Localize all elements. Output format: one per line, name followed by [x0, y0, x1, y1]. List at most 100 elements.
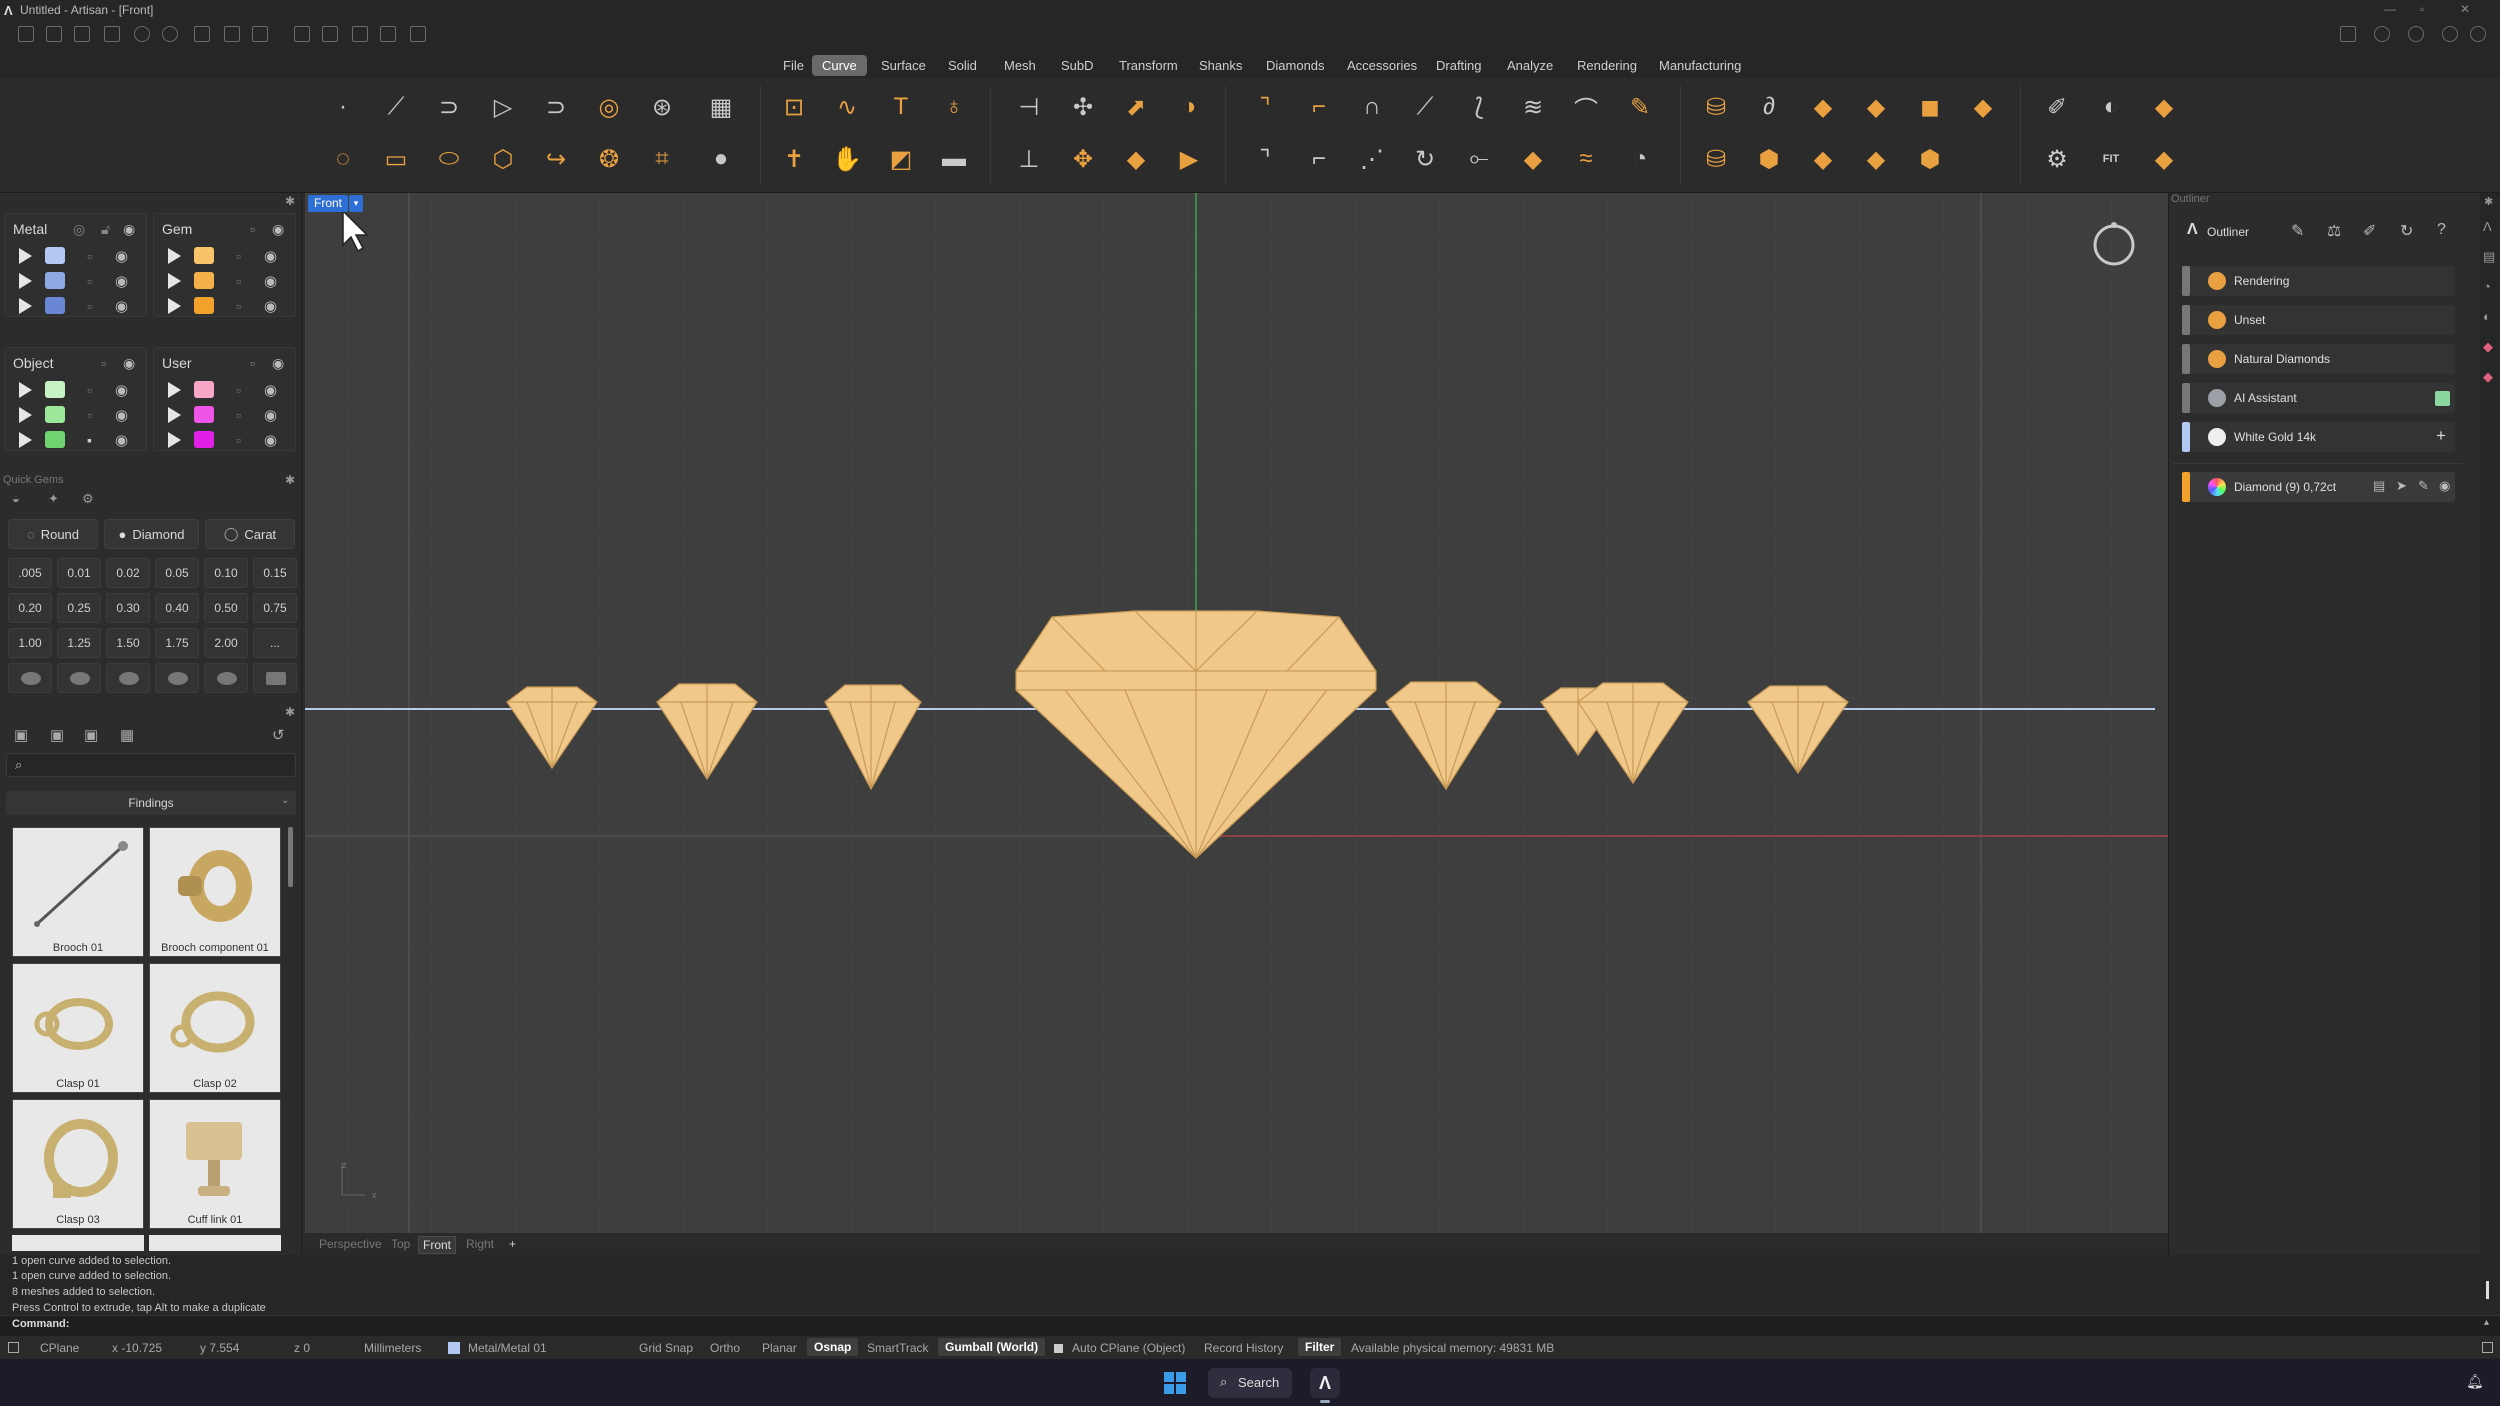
sweep-icon[interactable]: ◆ [1964, 88, 2002, 126]
gem-flip-icon[interactable]: ◆ [1857, 140, 1895, 178]
chevron-down-icon[interactable]: ▾ [349, 195, 363, 212]
gem-cut-pear-icon[interactable] [155, 663, 199, 693]
layer-color-swatch[interactable] [194, 406, 214, 423]
fillet-icon[interactable]: ⌝ [1246, 88, 1284, 126]
account-icon[interactable] [2470, 26, 2486, 42]
fit-icon[interactable]: FIT [2092, 140, 2130, 178]
carat-button[interactable]: 0.05 [155, 558, 199, 588]
panel-toggle-icon[interactable] [2482, 1342, 2493, 1353]
notification-icon[interactable]: 🔔︎ [2466, 1373, 2484, 1390]
add-folder-icon[interactable]: ▣ [50, 726, 64, 744]
open-icon[interactable] [74, 26, 90, 42]
eye-icon[interactable]: ◉ [2439, 478, 2450, 494]
smarttrack-toggle[interactable]: SmartTrack [867, 1341, 929, 1355]
lock-icon[interactable]: 🔓︎ [101, 221, 110, 238]
cut-icon[interactable] [294, 26, 310, 42]
delete-icon[interactable] [380, 26, 396, 42]
artisan-app-icon[interactable]: Λ [1310, 1368, 1340, 1398]
gem-settings-icon[interactable]: ⚙ [82, 491, 94, 507]
eye-icon[interactable]: ◉ [264, 272, 277, 290]
info-icon[interactable] [2374, 26, 2390, 42]
image-trace-icon[interactable]: ◩ [882, 140, 920, 178]
layer-color-swatch[interactable] [45, 247, 65, 264]
menu-file[interactable]: File [773, 55, 814, 76]
edit-icon[interactable]: ✐ [2363, 221, 2376, 241]
gumball-toggle[interactable]: Gumball (World) [938, 1338, 1046, 1356]
gem-unit-button[interactable]: ◯ Carat [205, 519, 295, 549]
plugin-icon[interactable] [2340, 26, 2356, 42]
helix-tool-icon[interactable]: ❂ [590, 140, 628, 178]
loft-icon[interactable]: ◆ [1857, 88, 1895, 126]
copy-icon[interactable] [322, 26, 338, 42]
quick-gems-settings-icon[interactable]: ✱ [285, 473, 295, 487]
carat-button[interactable]: .005 [8, 558, 52, 588]
lock-icon[interactable]: ▪ [87, 432, 92, 448]
globe-icon[interactable] [2408, 26, 2424, 42]
carat-button[interactable]: ... [253, 628, 297, 658]
curve-grid-icon[interactable]: ▦ [702, 88, 740, 126]
point-tool-icon[interactable]: · [324, 88, 362, 126]
redo-icon[interactable] [162, 26, 178, 42]
carat-button[interactable]: 0.02 [106, 558, 150, 588]
layer-row[interactable]: ▪ ◉ [5, 428, 146, 452]
eye-icon[interactable]: ◉ [123, 221, 135, 238]
text-tool-icon[interactable]: T [882, 88, 920, 126]
extend-icon[interactable]: ⬈ [1117, 88, 1155, 126]
trim-icon[interactable]: ⊥ [1010, 140, 1048, 178]
tab-front[interactable]: Front [418, 1236, 457, 1254]
windows-start-icon[interactable] [1164, 1372, 1186, 1394]
library-tab-icon[interactable]: ◐ [2483, 309, 2491, 324]
outliner-item[interactable]: Unset [2182, 305, 2455, 335]
tab-top[interactable]: Top [387, 1236, 414, 1252]
library-item[interactable] [149, 1235, 281, 1251]
eye-icon[interactable]: ◉ [264, 247, 277, 265]
save-icon[interactable] [194, 26, 210, 42]
layer-color-swatch[interactable] [45, 431, 65, 448]
gem-cut-marquise-icon[interactable] [204, 663, 248, 693]
expand-icon[interactable] [19, 432, 32, 448]
freeform-curve-icon[interactable]: ∿ [828, 88, 866, 126]
control-points-icon[interactable]: ⋰ [1353, 140, 1391, 178]
refresh-icon[interactable]: ↺ [272, 726, 285, 744]
library-scrollbar[interactable] [288, 827, 293, 887]
layer-row[interactable]: ▫ ◉ [154, 378, 295, 402]
line-tool-icon[interactable]: ⟋ [377, 88, 415, 126]
folder-icon[interactable]: ▣ [14, 726, 28, 744]
patch-icon[interactable]: ≈ [1567, 140, 1605, 178]
chamfer-icon[interactable]: ⌝ [1246, 140, 1284, 178]
library-item[interactable]: Cuff link 01 [149, 1099, 281, 1229]
adjust-icon[interactable]: ⟅ [1460, 88, 1498, 126]
layer-row[interactable]: ▫ ◉ [154, 428, 295, 452]
add-icon[interactable]: + [2436, 426, 2446, 446]
history-scrollbar[interactable] [2486, 1281, 2489, 1299]
match-icon[interactable]: ⟋ [1406, 88, 1444, 126]
menu-diamonds[interactable]: Diamonds [1256, 55, 1335, 76]
array-tool-icon[interactable]: ⌗ [643, 140, 681, 178]
flow-icon[interactable]: ▶ [1170, 140, 1208, 178]
auto-cplane-toggle[interactable]: Auto CPlane (Object) [1072, 1341, 1185, 1355]
library-search-input[interactable]: ⌕ [6, 753, 296, 777]
eye-icon[interactable]: ◉ [264, 406, 277, 424]
hexagon-icon[interactable]: ⬢ [1911, 140, 1949, 178]
material-icon[interactable]: ◆ [2145, 88, 2183, 126]
curve-arc-icon[interactable]: ↪ [537, 140, 575, 178]
carat-button[interactable]: 1.25 [57, 628, 101, 658]
picture-frame-icon[interactable]: ▬ [935, 140, 973, 178]
offset-icon[interactable]: ◑ [1170, 88, 1208, 126]
text-object-icon[interactable]: ♁ [935, 88, 973, 126]
blend-icon[interactable]: ⌐ [1300, 88, 1338, 126]
open-folder-icon[interactable] [104, 26, 120, 42]
layer-color-swatch[interactable] [45, 272, 65, 289]
carat-button[interactable]: 0.15 [253, 558, 297, 588]
ring-size-icon[interactable]: ◐ [2092, 88, 2130, 126]
tab-perspective[interactable]: Perspective [315, 1236, 386, 1252]
carat-button[interactable]: 0.01 [57, 558, 101, 588]
rotate-icon[interactable]: ↻ [1406, 140, 1444, 178]
undo-icon[interactable] [134, 26, 150, 42]
lock-icon[interactable]: ▫ [250, 355, 255, 371]
lock-icon[interactable]: ▫ [87, 298, 92, 314]
carat-button[interactable]: 0.30 [106, 593, 150, 623]
ring-tool-icon[interactable]: ⚙ [2038, 140, 2076, 178]
tab-right[interactable]: Right [462, 1236, 498, 1252]
help-icon[interactable]: ? [2437, 221, 2446, 239]
